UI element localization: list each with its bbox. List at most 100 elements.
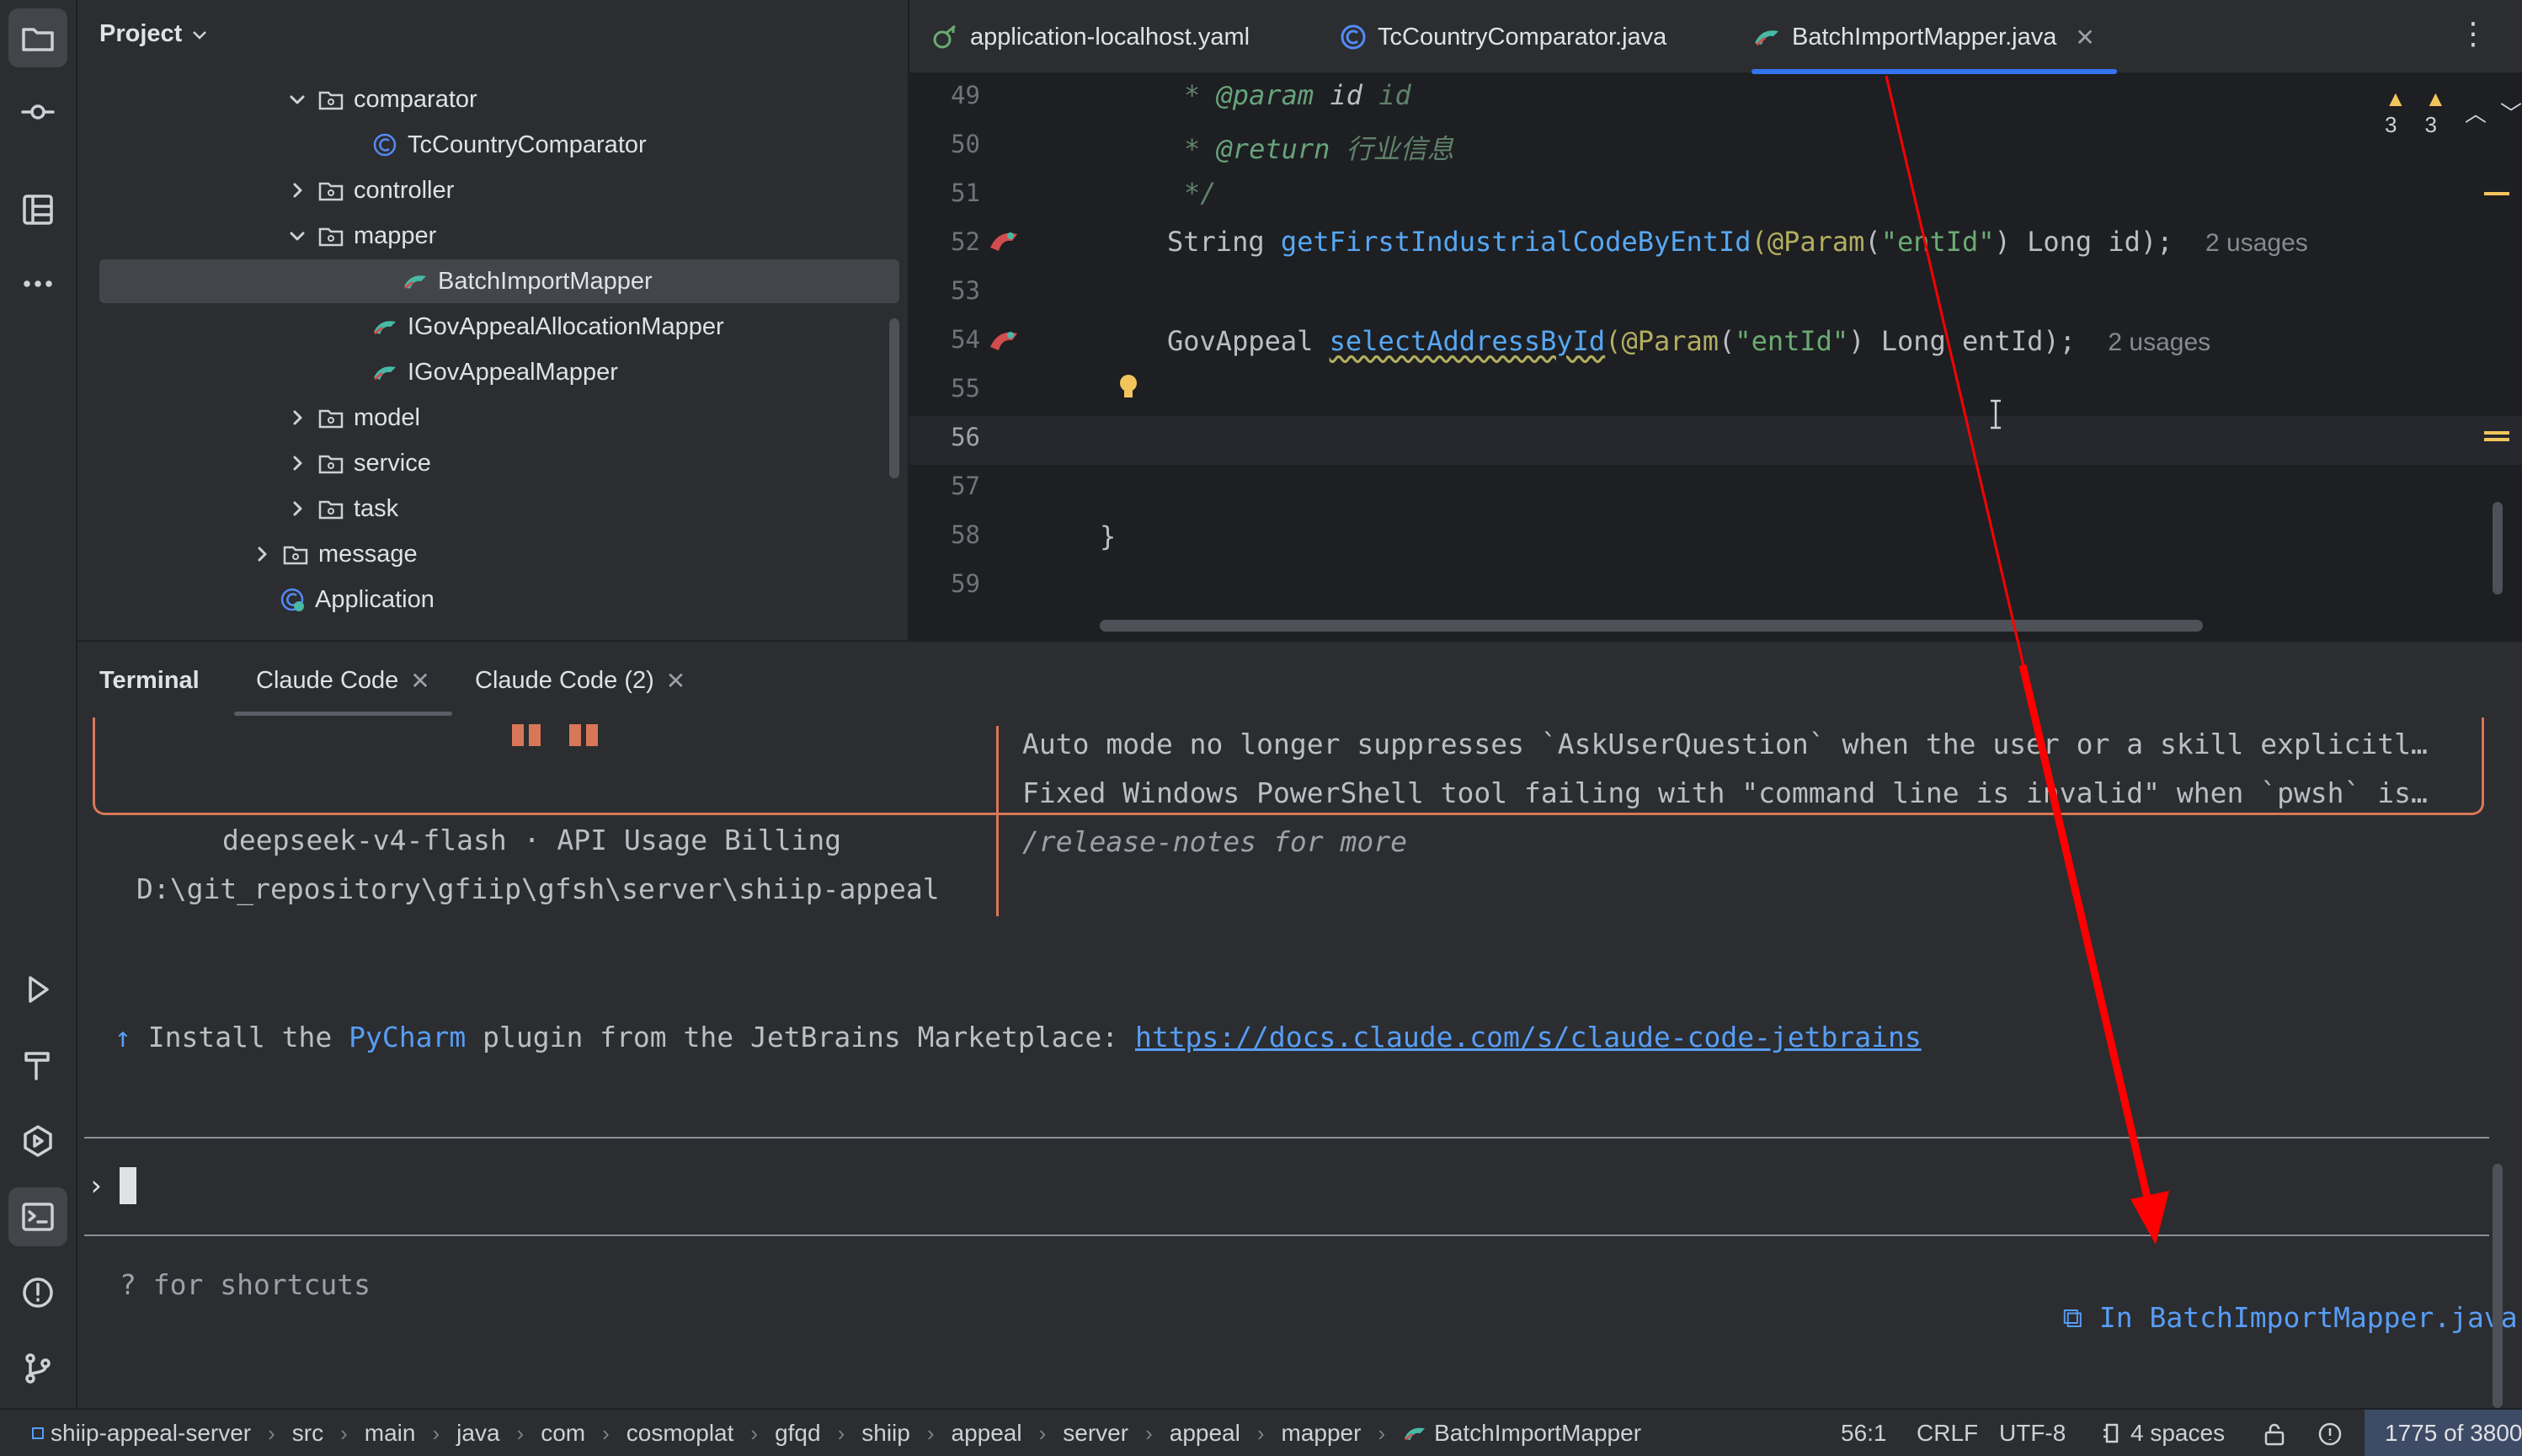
git-tool-button[interactable] — [8, 1339, 67, 1398]
tree-item-service[interactable]: service — [286, 441, 431, 485]
tab-options-menu-icon[interactable]: ⋮ — [2458, 19, 2488, 49]
commit-tool-button[interactable] — [8, 83, 67, 141]
breadcrumb-item[interactable]: cosmoplat — [627, 1420, 734, 1447]
marketplace-link[interactable]: https://docs.claude.com/s/claude-code-je… — [1135, 1021, 1922, 1053]
line-separator[interactable]: CRLF — [1917, 1420, 1978, 1447]
line-number[interactable]: 53 — [933, 276, 980, 305]
breadcrumb-item[interactable]: main — [365, 1420, 416, 1447]
chevron-right-icon[interactable] — [286, 407, 308, 429]
warning-icon: ▲ — [2385, 86, 2407, 111]
project-tool-button[interactable] — [8, 8, 67, 67]
line-number[interactable]: 58 — [933, 520, 980, 549]
file-encoding[interactable]: UTF-8 — [1999, 1420, 2066, 1447]
chevron-right-icon[interactable] — [286, 498, 308, 520]
breadcrumb-item[interactable]: shiip — [861, 1420, 910, 1447]
chevron-up-icon[interactable]: ︿ — [2465, 97, 2487, 128]
line-number[interactable]: 54 — [933, 325, 980, 354]
inspection-widget[interactable]: ▲ 3 ▲ 3 ︿ ﹀ — [2385, 86, 2522, 138]
tree-item-message[interactable]: message — [251, 532, 418, 576]
project-scrollbar[interactable] — [889, 318, 899, 478]
lock-icon[interactable] — [2262, 1421, 2287, 1447]
line-number[interactable]: 59 — [933, 569, 980, 598]
warning-stripe-marker[interactable] — [2484, 438, 2509, 441]
memory-indicator[interactable]: 1775 of 3800 — [2365, 1410, 2522, 1456]
lightbulb-icon[interactable] — [1117, 372, 1140, 403]
tab-claude-code-2[interactable]: Claude Code (2) ✕ — [475, 642, 685, 719]
breadcrumb-item[interactable]: src — [292, 1420, 323, 1447]
terminal-scrollbar[interactable] — [2493, 1164, 2503, 1408]
line-number[interactable]: 52 — [933, 227, 980, 256]
editor-tab-tccountrycomparator[interactable]: TcCountryComparator.java — [1339, 0, 1666, 74]
warning-stripe-marker[interactable] — [2484, 192, 2509, 195]
line-number[interactable]: 49 — [933, 81, 980, 109]
run-tool-button[interactable] — [8, 960, 67, 1019]
mapper-gutter-icon[interactable] — [987, 224, 1022, 258]
memory-usage: 1775 of 3800 — [2385, 1420, 2522, 1446]
mapper-gutter-icon[interactable] — [987, 323, 1022, 357]
problems-icon — [23, 1277, 53, 1308]
structure-icon — [23, 195, 53, 225]
breadcrumb-item[interactable]: mapper — [1282, 1420, 1362, 1447]
tab-terminal[interactable]: Terminal — [99, 642, 200, 719]
more-tools-button[interactable] — [8, 254, 67, 313]
chevron-down-icon[interactable] — [286, 88, 308, 110]
tree-item-model[interactable]: model — [286, 396, 420, 440]
tree-item-tccountrycomparator[interactable]: TcCountryComparator — [371, 123, 647, 167]
code-editor[interactable]: 49 50 51 52 53 54 55 56 57 58 59 * @param id id * … — [909, 74, 2522, 640]
close-tab-icon[interactable]: ✕ — [666, 667, 685, 695]
chevron-down-icon[interactable]: ﹀ — [2500, 97, 2522, 128]
tree-item-igovappealallocationmapper[interactable]: IGovAppealAllocationMapper — [371, 305, 724, 349]
build-tool-button[interactable] — [8, 1036, 67, 1095]
editor-vertical-scrollbar[interactable] — [2493, 502, 2503, 595]
chevron-right-icon[interactable] — [251, 543, 273, 565]
breadcrumb-item[interactable]: appeal — [952, 1420, 1022, 1447]
warning-stripe-marker[interactable] — [2484, 431, 2509, 435]
prompt-input[interactable] — [120, 1167, 136, 1204]
breadcrumb-separator-icon: › — [837, 1420, 845, 1446]
shortcuts-hint: ? for shortcuts — [120, 1268, 371, 1301]
terminal-tool-button[interactable] — [8, 1187, 67, 1246]
close-tab-icon[interactable]: ✕ — [2075, 24, 2094, 51]
indent-setting[interactable]: 4 spaces — [2100, 1420, 2225, 1447]
structure-tool-button[interactable] — [8, 180, 67, 239]
breadcrumb-item[interactable]: shiip-appeal-server — [32, 1420, 251, 1447]
file-context-icon: ⧉ — [2062, 1301, 2083, 1334]
line-number[interactable]: 50 — [933, 130, 980, 158]
services-tool-button[interactable] — [8, 1112, 67, 1171]
tree-item-controller[interactable]: controller — [286, 168, 454, 212]
breadcrumb-item[interactable]: appeal — [1170, 1420, 1240, 1447]
tree-item-task[interactable]: task — [286, 487, 398, 531]
editor-tab-batchimportmapper[interactable]: BatchImportMapper.java ✕ — [1752, 0, 2117, 74]
line-number[interactable]: 57 — [933, 472, 980, 500]
editor-tab-application-localhost-yaml[interactable]: application-localhost.yaml — [931, 0, 1250, 74]
editor-tab-label: BatchImportMapper.java — [1792, 23, 2057, 51]
line-number[interactable]: 55 — [933, 374, 980, 403]
breadcrumb-item[interactable]: java — [456, 1420, 499, 1447]
project-view-selector[interactable]: Project — [99, 20, 209, 48]
tree-item-comparator[interactable]: comparator — [286, 77, 477, 121]
breadcrumb-item[interactable]: com — [541, 1420, 585, 1447]
line-number[interactable]: 51 — [933, 179, 980, 207]
warning-count-a: ▲ 3 — [2385, 86, 2407, 137]
line-number[interactable]: 56 — [933, 423, 980, 451]
tree-item-igovappealmapper[interactable]: IGovAppealMapper — [371, 350, 618, 394]
breadcrumb-item[interactable]: gfqd — [775, 1420, 821, 1447]
ide-context-indicator[interactable]: ⧉ In BatchImportMapper.java — [1996, 1268, 2517, 1368]
chevron-down-icon[interactable] — [286, 225, 308, 247]
problems-tool-button[interactable] — [8, 1263, 67, 1322]
tree-item-batchimportmapper[interactable]: BatchImportMapper — [99, 259, 899, 303]
tree-item-application[interactable]: Application — [278, 578, 435, 621]
breadcrumb-item[interactable]: server — [1063, 1420, 1128, 1447]
tree-item-mapper[interactable]: mapper — [286, 214, 436, 258]
claude-code-terminal[interactable]: deepseek-v4-flash · API Usage Billing D:… — [77, 717, 2522, 1408]
usages-hint[interactable]: 2 usages — [2108, 328, 2210, 356]
caret-position[interactable]: 56:1 — [1841, 1420, 1887, 1447]
chevron-right-icon[interactable] — [286, 179, 308, 201]
usages-hint[interactable]: 2 usages — [2205, 229, 2308, 257]
breadcrumb-item[interactable]: BatchImportMapper — [1402, 1420, 1641, 1447]
close-tab-icon[interactable]: ✕ — [410, 667, 429, 695]
notifications-icon[interactable] — [2317, 1421, 2343, 1447]
tab-claude-code[interactable]: Claude Code ✕ — [234, 642, 452, 719]
chevron-right-icon[interactable] — [286, 452, 308, 474]
editor-horizontal-scrollbar[interactable] — [1100, 620, 2203, 632]
